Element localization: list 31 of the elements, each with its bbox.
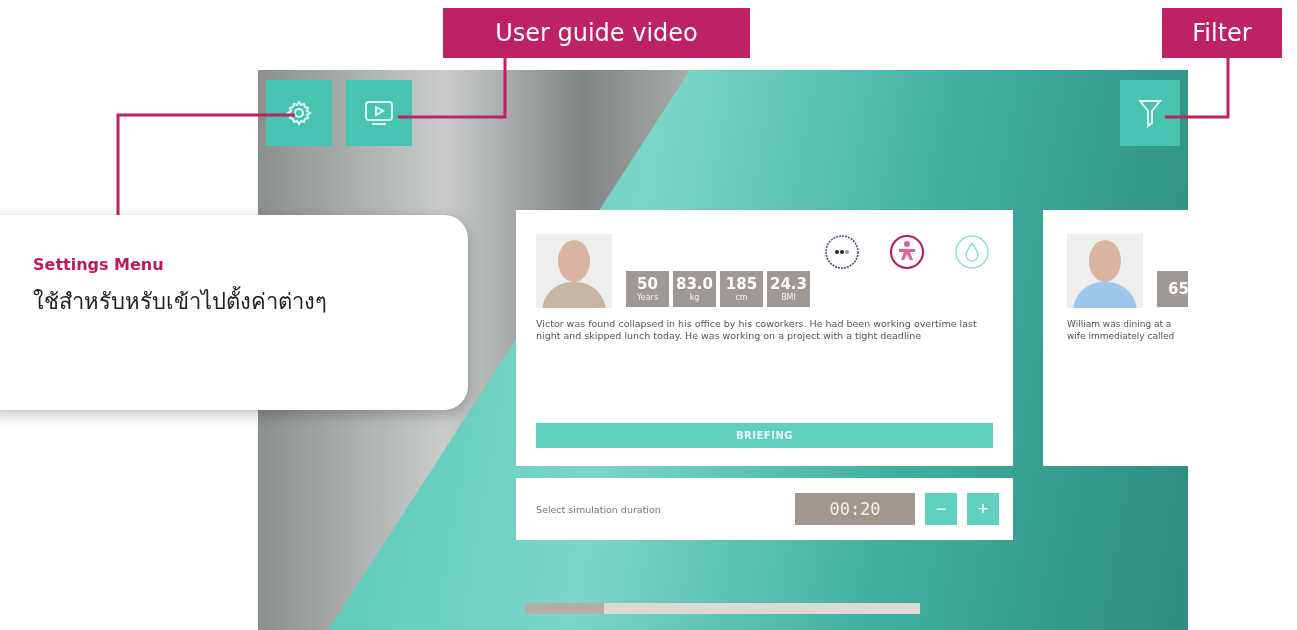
dots-icon — [824, 234, 860, 270]
stat-unit: Years — [636, 293, 659, 302]
decrease-button[interactable]: − — [925, 493, 957, 525]
case-description-line: William was dining at a — [1067, 318, 1173, 330]
case-description: Victor was found collapsed in his office by his coworkers. He had been working overtime last night and skipped lunch today. He was working on a project with a tight deadline — [536, 318, 978, 342]
stat-value: 50 — [637, 276, 658, 293]
figure-icon — [889, 234, 925, 270]
stat-value: 65 — [1168, 280, 1188, 298]
case-description-line: wife immediately called — [1067, 330, 1176, 342]
callout-text: ใช้สำหรับหรับเข้าไปตั้งค่าต่างๆ — [33, 284, 448, 319]
stat-unit: kg — [689, 293, 700, 302]
increase-button[interactable]: + — [967, 493, 999, 525]
stat-value: 185 — [725, 276, 758, 293]
stat-value: 83.0 — [676, 276, 713, 293]
callout-label: User guide video — [443, 8, 750, 58]
filter-icon — [1138, 98, 1162, 128]
callout-title: Settings Menu — [33, 255, 165, 274]
stat-unit: cm — [735, 293, 748, 302]
video-button[interactable] — [346, 80, 412, 146]
filter-button[interactable] — [1120, 80, 1180, 146]
duration-label: Select simulation duration — [536, 503, 662, 515]
leader-line — [1165, 58, 1230, 119]
settings-button[interactable] — [266, 80, 332, 146]
duration-display: 00:20 — [795, 493, 915, 525]
stat-unit: BMI — [781, 293, 796, 302]
drop-icon — [954, 234, 990, 270]
stat-value: 24.3 — [770, 276, 807, 293]
callout-label: Filter — [1162, 8, 1282, 58]
settings-icon — [286, 100, 312, 126]
play-icon — [364, 100, 394, 126]
briefing-button[interactable]: BRIEFING — [536, 423, 993, 448]
